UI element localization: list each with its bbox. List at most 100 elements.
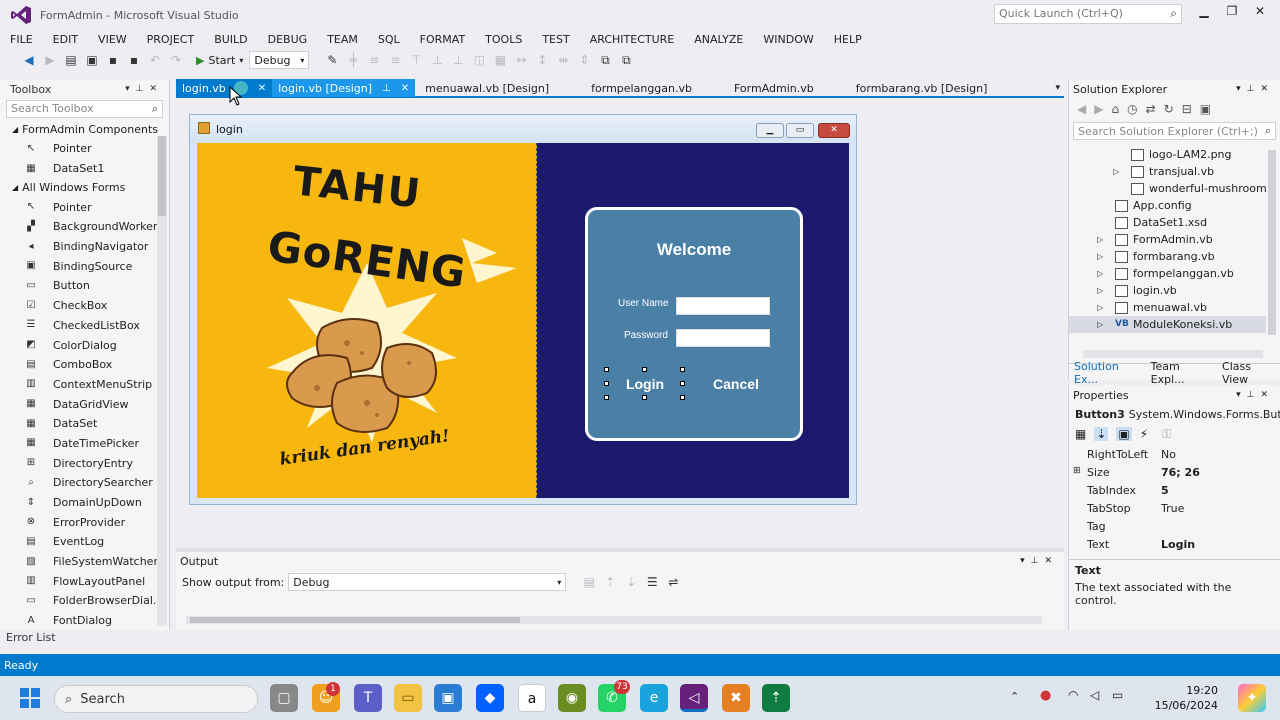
property-row[interactable]: TabStop True [1069,499,1280,517]
solution-item[interactable]: ▷ formpelanggan.vb [1069,265,1280,282]
tab-formadmin-vb[interactable]: FormAdmin.vb [728,79,820,97]
taskbar-search[interactable]: ⌕ Search [54,685,258,713]
selection-handle[interactable] [642,367,647,372]
wifi-icon[interactable]: ◠ [1068,688,1078,702]
alphabetical-icon[interactable]: ⇣ [1094,427,1109,441]
menu-analyze[interactable]: ANALYZE [684,33,753,46]
next-message-icon[interactable]: ⇣ [622,573,640,591]
start-debugging-button[interactable]: ▶ Start ▾ [196,54,243,67]
selection-handle[interactable] [604,395,609,400]
minimize-button[interactable]: ▁ [1192,4,1216,22]
toolbox-item[interactable]: ▦ DataSet [0,414,169,434]
property-row[interactable]: Text Login [1069,535,1280,553]
solution-item[interactable]: wonderful-mushroom [1069,180,1280,197]
tab-menuawal-design[interactable]: menuawal.vb [Design] [419,79,555,97]
battery-icon[interactable]: ▭ [1112,688,1123,702]
toolbox-item[interactable]: ▦ DateTimePicker [0,434,169,454]
expand-icon[interactable]: ⊞ [1073,466,1081,476]
toolbox-item[interactable]: ☑ CheckBox [0,296,169,316]
selection-handle[interactable] [680,395,685,400]
toolbox-item[interactable]: ▦ DataGridView [0,394,169,414]
toolbox-item[interactable]: ☰ CheckedListBox [0,316,169,336]
xampp-icon[interactable]: ✖ [722,684,750,712]
sync-icon[interactable]: ⇄ [1146,102,1156,116]
toolbox-item[interactable]: ▧ FileSystemWatcher [0,552,169,572]
align-centers-icon[interactable]: ≡ [365,51,383,69]
quick-launch-input[interactable]: Quick Launch (Ctrl+Q) ⌕ [994,4,1182,24]
toolbox-item[interactable]: ↖ Pointer [0,139,169,159]
property-pages-icon[interactable]: ⚿ [1162,427,1171,442]
expand-icon[interactable]: ▷ [1097,269,1115,278]
menu-tools[interactable]: TOOLS [475,33,532,46]
new-project-icon[interactable]: ▤ [62,51,80,69]
expand-icon[interactable]: ▷ [1097,320,1115,329]
toolbox-item[interactable]: ▣ BindingSource [0,256,169,276]
microphone-icon[interactable]: ● [1040,688,1051,703]
send-to-back-icon[interactable]: ⧉ [617,51,635,69]
toolbox-item[interactable]: ▤ EventLog [0,532,169,552]
menu-help[interactable]: HELP [824,33,872,46]
tab-formpelanggan-vb[interactable]: formpelanggan.vb [585,79,698,97]
property-row[interactable]: Tag [1069,517,1280,535]
tab-solution-explorer[interactable]: Solution Ex... [1069,360,1146,386]
solution-h-scrollbar[interactable] [1083,350,1263,358]
close-icon[interactable]: ✕ [401,83,409,94]
selection-handle[interactable] [680,367,685,372]
redo-icon[interactable]: ↷ [167,51,185,69]
collapse-all-icon[interactable]: ⊟ [1182,102,1192,116]
expand-icon[interactable]: ▷ [1097,286,1115,295]
undo-icon[interactable]: ↶ [146,51,164,69]
login-button[interactable]: Login [606,370,684,398]
menu-view[interactable]: VIEW [88,33,137,46]
events-icon[interactable]: ⚡ [1140,427,1148,441]
toolbox-item[interactable]: ⇕ DomainUpDown [0,493,169,513]
toolbox-item[interactable]: ▭ FolderBrowserDial... [0,591,169,611]
food-image-panel[interactable]: TAHU GoRENG kriuk dan renyah! [197,143,537,498]
property-value[interactable]: 76; 26 [1153,466,1200,479]
menu-sql[interactable]: SQL [368,33,410,46]
back-icon[interactable]: ◀ [1077,102,1086,116]
pane-controls-icon[interactable]: ▾⊥✕ [1020,556,1058,566]
toolbox-item[interactable]: ▥ ContextMenuStrip [0,375,169,395]
property-row[interactable]: ⊞ Size 76; 26 [1069,463,1280,481]
size-to-grid-icon[interactable]: ▦ [491,51,509,69]
selection-handle[interactable] [642,395,647,400]
properties-object-select[interactable]: Button3 System.Windows.Forms.But ▾ [1069,405,1280,423]
toolbox-item[interactable]: A FontDialog [0,611,169,631]
menu-edit[interactable]: EDIT [43,33,88,46]
tab-class-view[interactable]: Class View [1217,360,1280,386]
form-close-button[interactable]: ✕ [818,123,850,138]
solution-item[interactable]: ▷ FormAdmin.vb [1069,231,1280,248]
menu-debug[interactable]: DEBUG [258,33,318,46]
tab-login-design[interactable]: login.vb [Design] ⊥ ✕ [272,79,416,97]
solution-search-input[interactable]: Search Solution Explorer (Ctrl+;) ⌕ [1073,122,1276,140]
expand-icon[interactable]: ▷ [1113,167,1131,176]
selection-handle[interactable] [604,381,609,386]
store-icon[interactable]: ▣ [434,684,462,712]
forward-icon[interactable]: ▶ [1094,102,1103,116]
expand-icon[interactable]: ▷ [1097,303,1115,312]
pin-icon[interactable]: ⊥ [382,83,391,94]
login-form-window[interactable]: login ▁ ▭ ✕ TAHU GoRENG kriuk dan renyah… [189,114,857,505]
open-file-icon[interactable]: ▣ [83,51,101,69]
close-icon[interactable]: ✕ [258,83,266,94]
teams-icon[interactable]: T [354,684,382,712]
output-source-select[interactable]: Debug ▾ [288,573,567,591]
toolbox-item[interactable]: ↖ Pointer [0,197,169,217]
copilot-icon[interactable]: ✦ [1238,684,1266,712]
toolbox-item[interactable]: ◂ BindingNavigator [0,237,169,257]
toolbox-item[interactable]: ⊞ DirectoryEntry [0,453,169,473]
volume-icon[interactable]: ◁ [1090,688,1099,702]
solution-item-selected[interactable]: ▷ VB ModuleKoneksi.vb [1069,316,1266,333]
dropbox-icon[interactable]: ◆ [476,684,504,712]
close-button[interactable]: ✕ [1248,4,1272,22]
tab-overflow-icon[interactable]: ▾ [1055,83,1060,93]
properties-icon[interactable]: ▣ [1116,427,1132,441]
toolbox-item[interactable]: ▭ Button [0,276,169,296]
navigate-back-icon[interactable]: ◀ [20,51,38,69]
menu-test[interactable]: TEST [532,33,579,46]
menu-file[interactable]: FILE [0,33,43,46]
property-value[interactable]: No [1153,448,1176,461]
bring-to-front-icon[interactable]: ⧉ [596,51,614,69]
password-field[interactable] [676,329,770,347]
